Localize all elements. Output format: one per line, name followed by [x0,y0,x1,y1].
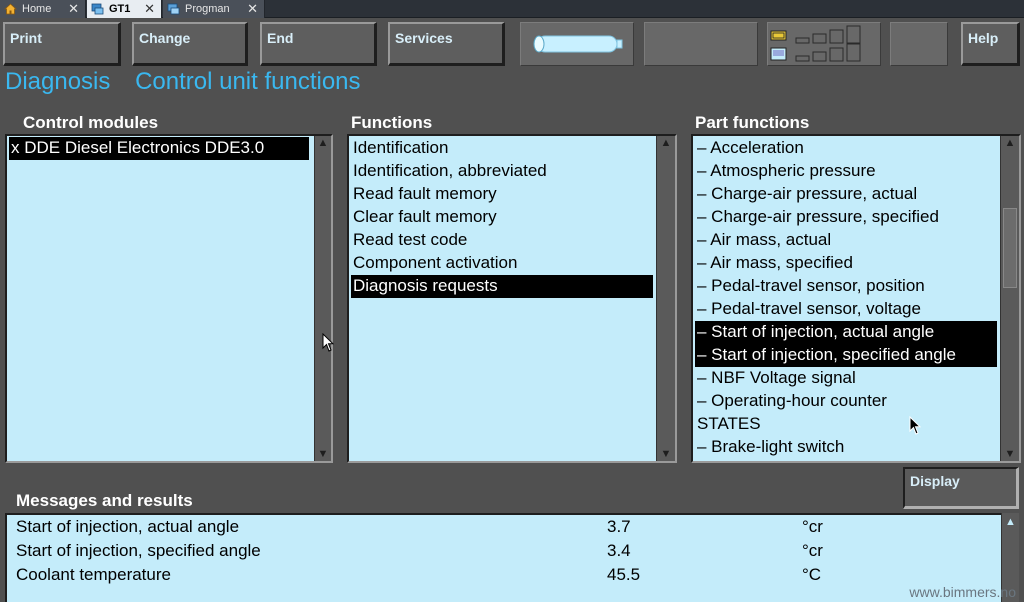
scroll-down-icon[interactable]: ▼ [1001,447,1019,461]
page-title: Diagnosis Control unit functions [5,68,379,96]
list-item[interactable]: – NBF Voltage signal [695,367,997,390]
tab-gt1[interactable]: GT1 ✕ [87,0,162,18]
part-functions-list[interactable]: – Acceleration – Atmospheric pressure – Ch… [691,134,1021,463]
list-item[interactable]: Read test code [351,229,653,252]
result-value: 3.7 [607,517,631,536]
display-button-label: Display [910,473,960,489]
close-tab-icon[interactable]: ✕ [144,0,155,18]
change-button-label: Change [139,30,191,46]
list-item[interactable]: – Air mass, actual [695,229,997,252]
scroll-down-icon[interactable]: ▼ [315,447,331,461]
list-item[interactable]: – Charge-air pressure, specified [695,206,997,229]
mouse-pointer-icon [909,416,921,435]
control-modules-items: x DDE Diesel Electronics DDE3.0 [9,137,309,160]
table-row[interactable]: Start of injection, specified angle 3.4 … [7,539,1001,563]
result-name: Start of injection, specified angle [16,541,261,560]
mouse-pointer-icon [322,333,334,352]
display-button[interactable]: Display [903,467,1019,509]
scroll-up-icon[interactable]: ▲ [1002,515,1019,529]
list-item[interactable]: x DDE Diesel Electronics DDE3.0 [9,137,309,160]
help-button-label: Help [968,30,999,46]
list-item[interactable]: Identification, abbreviated [351,160,653,183]
list-item[interactable]: – Air mass, specified [695,252,997,275]
tab-home[interactable]: Home ✕ [0,0,86,18]
table-row[interactable]: Coolant temperature 45.5 °C [7,563,1001,587]
gt1-app-icon [91,3,104,15]
functions-scrollbar[interactable]: ▲ ▼ [656,136,675,461]
list-item[interactable]: – Atmospheric pressure [695,160,997,183]
list-item[interactable]: – Start of injection, specified angle [695,344,997,367]
scroll-up-icon[interactable]: ▲ [657,136,675,150]
list-item[interactable]: – Operating-hour counter [695,390,997,413]
control-modules-scrollbar[interactable]: ▲ ▼ [314,136,331,461]
tab-label: GT1 [109,3,131,15]
messages-results-table[interactable]: Start of injection, actual angle 3.7 °cr… [5,513,1001,602]
result-value: 3.4 [607,541,631,560]
title-diagnosis: Diagnosis [5,68,111,95]
list-item[interactable]: – Pedal-travel sensor, voltage [695,298,997,321]
blank-status-panel [644,22,758,66]
services-button-label: Services [395,30,453,46]
list-item[interactable]: STATES [695,413,997,436]
scroll-down-icon[interactable]: ▼ [657,447,675,461]
list-item[interactable]: – Charge-air pressure, actual [695,183,997,206]
list-item[interactable]: Read fault memory [351,183,653,206]
change-button[interactable]: Change [132,22,248,66]
result-unit: °cr [802,541,823,560]
end-button[interactable]: End [260,22,377,66]
table-row[interactable]: Start of injection, actual angle 3.7 °cr [7,515,1001,539]
functions-list[interactable]: Identification Identification, abbreviate… [347,134,677,463]
services-button[interactable]: Services [388,22,505,66]
functions-label: Functions [351,113,433,132]
list-item[interactable]: – Brake-light switch [695,436,997,459]
functions-items: Identification Identification, abbreviate… [351,137,653,298]
part-functions-label: Part functions [695,113,810,132]
list-item[interactable]: – Pedal-travel sensor, position [695,275,997,298]
end-button-label: End [267,30,294,46]
result-name: Start of injection, actual angle [16,517,240,536]
progman-app-icon [167,3,180,15]
list-item[interactable]: – Start of injection, actual angle [695,321,997,344]
list-item[interactable]: Clear fault memory [351,206,653,229]
close-tab-icon[interactable]: ✕ [68,0,79,18]
scroll-thumb[interactable] [1003,208,1017,288]
list-item[interactable]: Identification [351,137,653,160]
cable-icon [533,35,623,53]
result-value: 45.5 [607,565,641,584]
tab-progman[interactable]: Progman ✕ [163,0,265,18]
result-name: Coolant temperature [16,565,171,584]
title-control-unit-functions: Control unit functions [135,68,361,95]
scroll-up-icon[interactable]: ▲ [315,136,331,150]
list-item[interactable]: Component activation [351,252,653,275]
home-icon [4,3,17,15]
tab-label: Home [22,3,52,15]
control-modules-label: Control modules [23,113,159,132]
result-unit: °C [802,565,822,584]
list-item[interactable]: Diagnosis requests [351,275,653,298]
messages-results-label: Messages and results [16,491,193,510]
print-button-label: Print [10,30,42,46]
print-button[interactable]: Print [3,22,121,66]
watermark: www.bimmers.no [909,584,1016,600]
blank-panel-small [890,22,948,66]
control-modules-list[interactable]: x DDE Diesel Electronics DDE3.0 ▲ ▼ [5,134,333,463]
result-unit: °cr [802,517,823,536]
signal-strength-panel [767,22,881,66]
help-button[interactable]: Help [961,22,1020,66]
list-item[interactable]: – Acceleration [695,137,997,160]
close-tab-icon[interactable]: ✕ [247,0,258,18]
part-functions-items: – Acceleration – Atmospheric pressure – Ch… [695,137,997,459]
gt1-window: Home ✕ GT1 ✕ Progman ✕ Print Change End … [0,0,1024,602]
part-functions-scrollbar[interactable]: ▲ ▼ [1000,136,1019,461]
scroll-up-icon[interactable]: ▲ [1001,136,1019,150]
connection-indicator-panel [520,22,634,66]
signal-bars-icon [770,25,861,62]
tab-strip: Home ✕ GT1 ✕ Progman ✕ [0,0,1024,18]
tab-label: Progman [185,3,230,15]
